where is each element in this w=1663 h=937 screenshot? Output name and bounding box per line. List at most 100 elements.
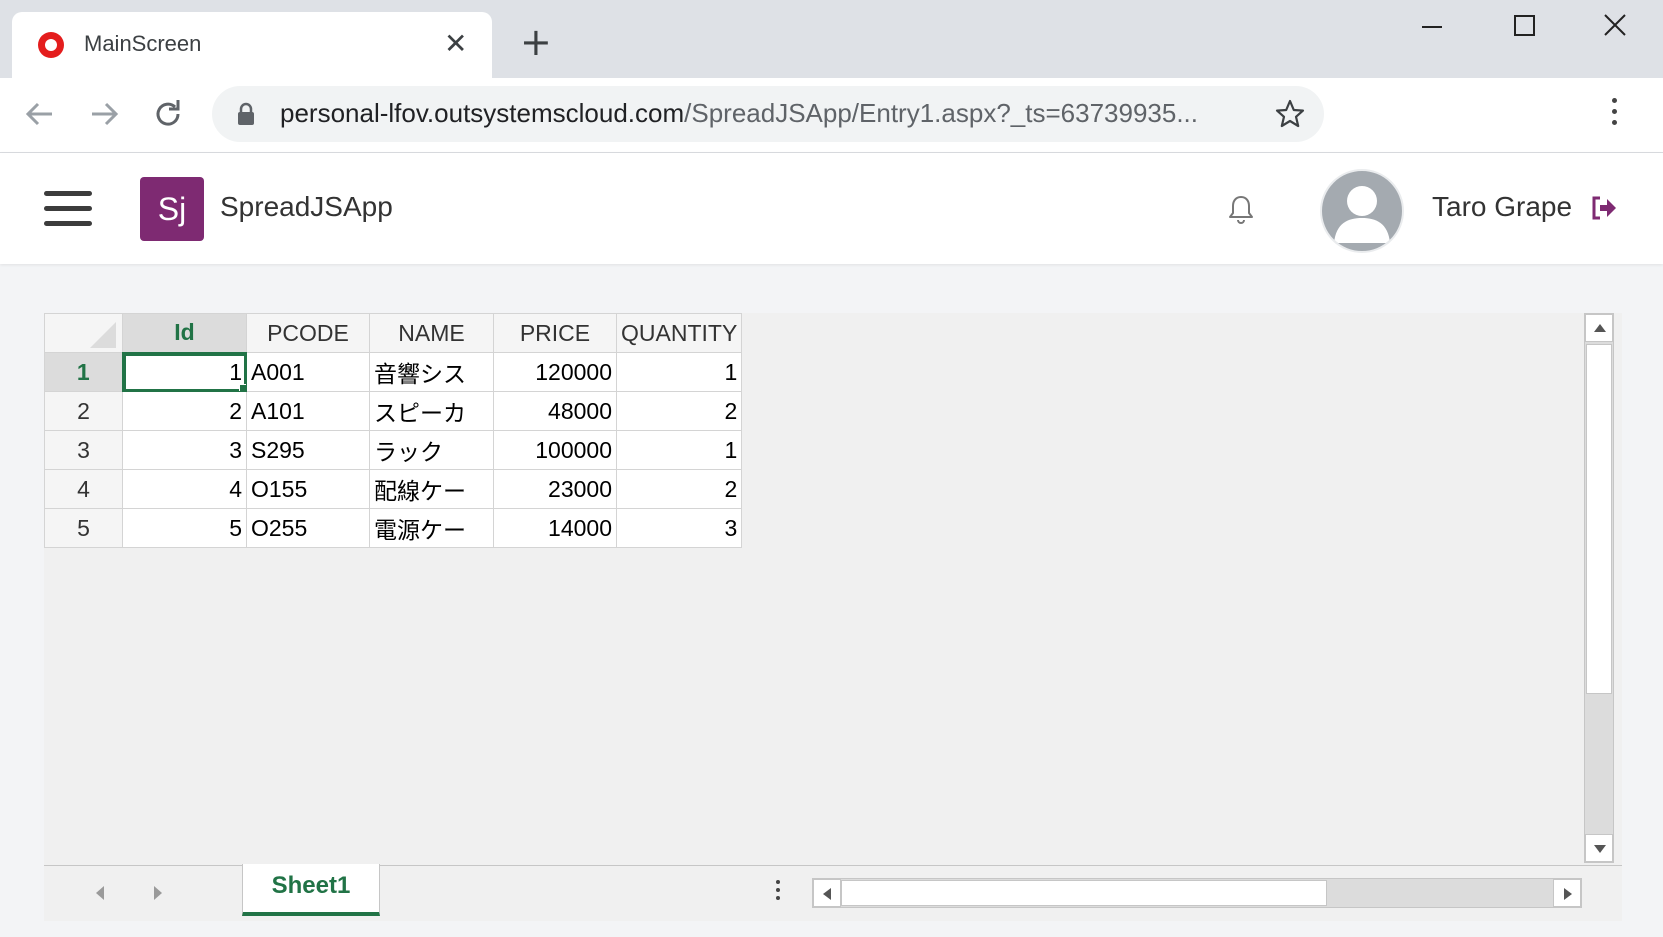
cell[interactable]: 配線ケー [369, 469, 494, 509]
vertical-scrollbar[interactable] [1584, 313, 1614, 863]
arrow-left-icon [25, 102, 52, 126]
hamburger-bar [44, 206, 92, 211]
hamburger-bar [44, 191, 92, 196]
tab-close-icon[interactable]: ✕ [444, 26, 467, 62]
spreadsheet: Id PCODE NAME PRICE QUANTITY 1 1 A001 音響… [44, 313, 1622, 921]
scroll-up-arrow-icon[interactable] [1585, 314, 1613, 342]
window-maximize-button[interactable] [1500, 8, 1550, 42]
hamburger-bar [44, 221, 92, 226]
new-tab-button[interactable]: + [520, 22, 552, 62]
url-host: personal-lfov.outsystemscloud.com [280, 98, 685, 128]
sheet-tab-strip: Sheet1 [44, 864, 1622, 921]
cell[interactable]: S295 [246, 430, 370, 470]
browser-menu-button[interactable] [1610, 98, 1620, 132]
table-row: 5 5 O255 電源ケー 14000 3 [44, 508, 743, 548]
column-header-row: Id PCODE NAME PRICE QUANTITY [44, 313, 743, 354]
dot-icon [776, 888, 780, 892]
browser-titlebar: MainScreen ✕ + [0, 0, 1663, 78]
reload-icon [156, 100, 180, 126]
back-button[interactable] [20, 94, 60, 134]
menu-hamburger-icon[interactable] [44, 191, 92, 227]
cell[interactable]: O155 [246, 469, 370, 509]
reload-button[interactable] [148, 94, 188, 134]
row-header[interactable]: 3 [44, 430, 123, 470]
column-header[interactable]: PCODE [246, 313, 370, 353]
table-row: 2 2 A101 スピーカ 48000 2 [44, 391, 743, 431]
user-avatar[interactable] [1320, 169, 1404, 253]
forward-button[interactable] [84, 94, 124, 134]
cell[interactable]: 1 [122, 352, 247, 392]
cell-value: 1 [229, 358, 242, 385]
dot-icon [776, 880, 780, 884]
url-path: /SpreadJSApp/Entry1.aspx?_ts=63739935... [684, 98, 1198, 128]
app-name[interactable]: SpreadJSApp [220, 191, 393, 223]
tab-title: MainScreen [84, 31, 202, 56]
row-header[interactable]: 2 [44, 391, 123, 431]
scroll-down-arrow-icon[interactable] [1585, 834, 1613, 862]
cell[interactable]: A001 [246, 352, 370, 392]
dot-icon [1612, 120, 1617, 125]
cell[interactable]: 2 [122, 391, 247, 431]
opera-favicon-icon [38, 32, 64, 58]
table-row: 1 1 A001 音響シス 120000 1 [44, 352, 743, 392]
bookmark-star-icon[interactable] [1274, 98, 1306, 130]
dot-icon [1612, 109, 1617, 114]
previous-sheet-arrow-icon[interactable] [96, 886, 104, 900]
column-header[interactable]: PRICE [493, 313, 617, 353]
fill-handle[interactable] [239, 384, 246, 391]
window-minimize-button[interactable] [1410, 8, 1460, 42]
logout-icon[interactable] [1590, 195, 1618, 221]
cell[interactable]: 3 [615, 508, 743, 548]
horizontal-scrollbar[interactable] [812, 878, 1582, 908]
cell[interactable]: 100000 [493, 430, 617, 470]
url-text[interactable]: personal-lfov.outsystemscloud.com/Spread… [280, 98, 1198, 129]
cell[interactable]: 5 [122, 508, 247, 548]
cell[interactable]: 120000 [493, 352, 617, 392]
horizontal-scroll-thumb[interactable] [841, 880, 1327, 906]
cell[interactable]: 14000 [493, 508, 617, 548]
browser-tab[interactable]: MainScreen ✕ [12, 12, 492, 78]
cell[interactable]: ラック [369, 430, 494, 470]
app-logo[interactable]: Sj [140, 177, 204, 241]
select-all-corner[interactable] [44, 313, 123, 353]
column-header[interactable]: NAME [369, 313, 494, 353]
cell[interactable]: スピーカ [369, 391, 494, 431]
cell[interactable]: 1 [615, 352, 743, 392]
tab-splitter-handle[interactable] [776, 880, 782, 904]
scroll-left-arrow-icon[interactable] [813, 879, 841, 907]
cell[interactable]: 23000 [493, 469, 617, 509]
user-name[interactable]: Taro Grape [1432, 191, 1572, 223]
spreadsheet-grid: Id PCODE NAME PRICE QUANTITY 1 1 A001 音響… [44, 313, 743, 548]
table-row: 4 4 O155 配線ケー 23000 2 [44, 469, 743, 509]
row-header[interactable]: 4 [44, 469, 123, 509]
row-header[interactable]: 1 [44, 352, 124, 392]
vertical-scroll-thumb[interactable] [1586, 344, 1612, 694]
row-header[interactable]: 5 [44, 508, 123, 548]
next-sheet-arrow-icon[interactable] [154, 886, 162, 900]
scroll-right-arrow-icon[interactable] [1553, 879, 1581, 907]
address-bar[interactable]: personal-lfov.outsystemscloud.com/Spread… [212, 86, 1324, 142]
cell[interactable]: 1 [615, 430, 743, 470]
cell[interactable]: 48000 [493, 391, 617, 431]
arrow-right-icon [92, 102, 119, 126]
cell[interactable]: 3 [122, 430, 247, 470]
close-icon [1604, 14, 1626, 36]
dot-icon [1612, 98, 1617, 103]
cell[interactable]: 4 [122, 469, 247, 509]
browser-toolbar: personal-lfov.outsystemscloud.com/Spread… [0, 78, 1663, 153]
notification-bell-icon[interactable] [1226, 193, 1256, 225]
cell[interactable]: 2 [615, 469, 743, 509]
lock-icon [238, 102, 254, 125]
dot-icon [776, 896, 780, 900]
cell[interactable]: A101 [246, 391, 370, 431]
cell[interactable]: 電源ケー [369, 508, 494, 548]
table-row: 3 3 S295 ラック 100000 1 [44, 430, 743, 470]
sheet-tab[interactable]: Sheet1 [242, 864, 380, 916]
cell[interactable]: O255 [246, 508, 370, 548]
column-header[interactable]: Id [122, 313, 247, 354]
column-header[interactable]: QUANTITY [615, 313, 743, 353]
cell[interactable]: 音響シス [369, 352, 494, 392]
cell[interactable]: 2 [615, 391, 743, 431]
user-silhouette-icon [1334, 186, 1390, 243]
window-close-button[interactable] [1590, 8, 1640, 42]
